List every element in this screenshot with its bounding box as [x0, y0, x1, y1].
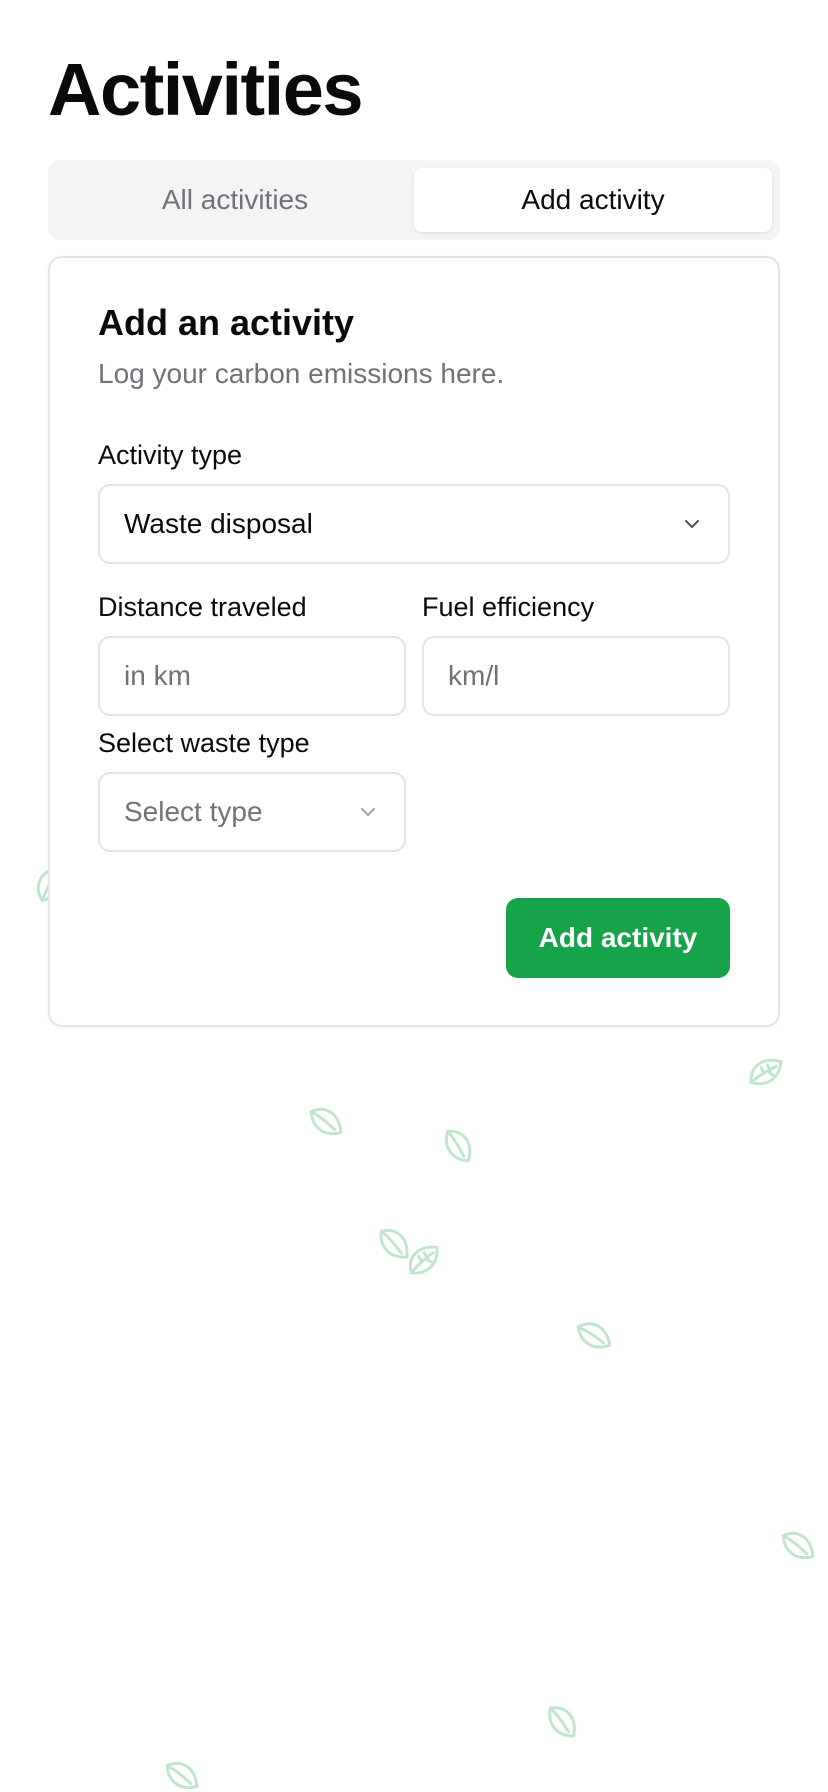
leaf-icon — [301, 1097, 352, 1148]
leaf-icon — [402, 1238, 446, 1282]
distance-label: Distance traveled — [98, 592, 307, 622]
activity-type-value: Waste disposal — [124, 508, 313, 539]
chevron-down-icon — [361, 808, 375, 816]
fuel-efficiency-input[interactable] — [448, 660, 704, 692]
tab-add-activity[interactable]: Add activity — [414, 168, 772, 232]
fuel-efficiency-label: Fuel efficiency — [422, 592, 595, 622]
card-description: Log your carbon emissions here. — [98, 358, 505, 389]
activity-type-label: Activity type — [98, 440, 243, 470]
activity-type-select[interactable]: Waste disposal — [98, 484, 730, 564]
chevron-down-icon — [685, 520, 699, 528]
leaf-icon — [773, 1521, 824, 1572]
leaf-icon — [372, 1222, 416, 1266]
waste-type-label: Select waste type — [98, 728, 310, 758]
waste-type-select[interactable]: Select type — [98, 772, 406, 852]
add-activity-button[interactable]: Add activity — [506, 898, 730, 978]
waste-type-placeholder: Select type — [124, 796, 263, 827]
leaf-icon — [157, 1751, 208, 1792]
leaf-icon — [567, 1309, 621, 1363]
leaf-icon — [433, 1121, 484, 1172]
tab-all-activities[interactable]: All activities — [56, 168, 414, 232]
card-title: Add an activity — [98, 302, 355, 343]
distance-input[interactable] — [124, 660, 380, 692]
page-title: Activities — [48, 48, 364, 131]
fuel-efficiency-field-box — [422, 636, 730, 716]
add-activity-card: Add an activity Log your carbon emission… — [48, 256, 780, 1027]
tab-list: All activities Add activity — [48, 160, 780, 240]
distance-field-box — [98, 636, 406, 716]
leaf-icon — [538, 1698, 586, 1746]
leaf-icon — [741, 1047, 792, 1098]
